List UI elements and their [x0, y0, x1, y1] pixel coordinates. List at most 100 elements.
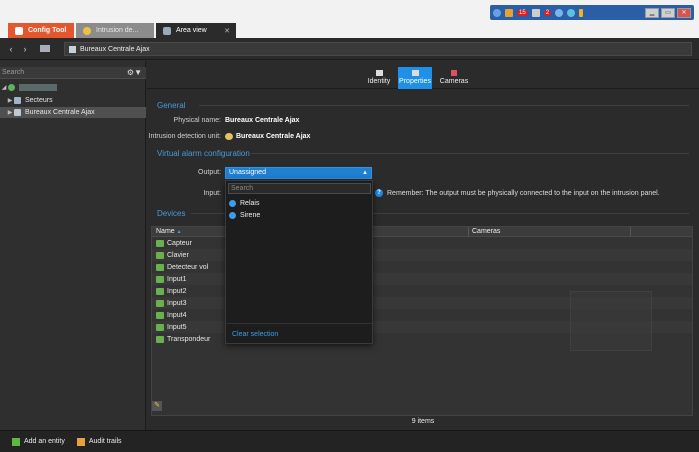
- add-entity-button[interactable]: Add an entity: [12, 437, 65, 446]
- collapse-arrow-icon[interactable]: ▶: [6, 109, 14, 116]
- audit-trails-button[interactable]: Audit trails: [76, 437, 122, 446]
- idu-icon: [225, 133, 233, 140]
- physical-name-label: Physical name:: [173, 117, 221, 124]
- search-placeholder: Search: [2, 69, 25, 76]
- device-icon: [156, 299, 164, 307]
- identity-icon: [375, 70, 383, 76]
- column-header-cameras[interactable]: Cameras: [472, 228, 500, 235]
- output-relay-icon: [229, 200, 236, 207]
- audit-icon: [76, 437, 85, 446]
- volume-icon[interactable]: [555, 8, 564, 17]
- device-icon: [156, 275, 164, 283]
- close-icon[interactable]: ✕: [224, 27, 230, 35]
- section-title-devices: Devices: [157, 209, 186, 218]
- section-title-virtual-alarm: Virtual alarm configuration: [157, 149, 250, 158]
- network-icon[interactable]: [567, 8, 576, 17]
- column-divider: [630, 227, 631, 237]
- input-label: Input:: [203, 190, 221, 197]
- collapse-arrow-icon[interactable]: ▶: [6, 97, 14, 104]
- caret-up-icon: ▲: [362, 170, 368, 176]
- navigation-bar: ‹ › Bureaux Centrale Ajax: [0, 38, 699, 60]
- tab-label: Area view: [176, 27, 207, 34]
- device-icon: [156, 311, 164, 319]
- tab-intrusion-detection[interactable]: Intrusion de...: [76, 23, 154, 38]
- search-placeholder: Search: [231, 185, 254, 192]
- tab-identity[interactable]: Identity: [362, 67, 396, 89]
- column-header-name[interactable]: Name ▲: [156, 228, 182, 235]
- item-count: 9 items: [411, 418, 435, 425]
- alarm-icon[interactable]: [505, 8, 513, 17]
- idu-label: Intrusion detection unit:: [148, 133, 221, 140]
- divider: [251, 153, 689, 154]
- close-window-button[interactable]: ✕: [677, 7, 691, 18]
- alarm-count-badge: 15: [517, 9, 528, 16]
- tab-label: Cameras: [439, 78, 469, 85]
- tab-config-tool[interactable]: Config Tool: [8, 23, 74, 38]
- tab-area-view[interactable]: Area view ✕: [156, 23, 236, 38]
- tab-cameras[interactable]: Cameras: [437, 67, 471, 89]
- device-icon: [156, 323, 164, 331]
- device-icon: [156, 335, 164, 343]
- tab-label: Intrusion de...: [96, 27, 139, 34]
- bottom-toolbar: Add an entity Audit trails: [0, 430, 699, 452]
- area-nav-icon[interactable]: [40, 45, 50, 52]
- tab-properties[interactable]: Properties: [398, 67, 432, 89]
- floor-plan-watermark: [570, 291, 652, 351]
- notification-count-badge: 2: [543, 9, 552, 16]
- info-icon: ?: [375, 189, 383, 197]
- camera-icon: [451, 70, 457, 76]
- tab-label: Properties: [399, 78, 431, 85]
- tree-search-input[interactable]: Search ⚙▼: [0, 67, 146, 79]
- intrusion-icon: [83, 26, 91, 35]
- breadcrumb[interactable]: Bureaux Centrale Ajax: [64, 42, 692, 56]
- forward-arrow-icon[interactable]: ›: [18, 44, 32, 54]
- back-arrow-icon[interactable]: ‹: [4, 44, 18, 54]
- properties-icon: [411, 70, 419, 76]
- remember-note: ? Remember: The output must be physicall…: [375, 189, 660, 197]
- page-tabs: Identity Properties Cameras: [147, 61, 699, 89]
- device-icon: [156, 287, 164, 295]
- status-icon[interactable]: [493, 8, 501, 17]
- dropdown-item-relais[interactable]: Relais: [229, 198, 259, 209]
- device-icon: [156, 239, 164, 247]
- root-icon: [8, 84, 15, 91]
- notification-icon[interactable]: [531, 8, 540, 17]
- tab-label: Identity: [367, 78, 391, 85]
- output-dropdown-list: Search Relais Sirene Clear selection: [225, 180, 373, 344]
- physical-name-value: Bureaux Centrale Ajax: [225, 117, 300, 124]
- column-divider: [468, 227, 469, 237]
- edit-pencil-icon[interactable]: ✎: [152, 401, 162, 411]
- tree-item-bureaux[interactable]: ▶ Bureaux Centrale Ajax: [0, 107, 146, 118]
- title-bar: Config Tool Intrusion de... Area view ✕ …: [0, 0, 699, 38]
- system-tray: 15 2 ▁ ▭ ✕: [490, 5, 694, 20]
- plus-icon: [12, 437, 20, 446]
- output-label: Output:: [198, 169, 221, 176]
- device-icon: [156, 263, 164, 271]
- warning-icon[interactable]: [579, 8, 584, 17]
- section-title-general: General: [157, 101, 186, 110]
- idu-value: Bureaux Centrale Ajax: [236, 133, 311, 140]
- area-view-icon: [163, 26, 171, 35]
- expand-arrow-icon[interactable]: ◢: [0, 84, 8, 91]
- sort-asc-icon: ▲: [176, 229, 182, 235]
- divider: [199, 105, 689, 106]
- dropdown-item-sirene[interactable]: Sirene: [229, 210, 260, 221]
- output-relay-icon: [229, 212, 236, 219]
- clear-selection-link[interactable]: Clear selection: [232, 331, 278, 338]
- output-dropdown[interactable]: Unassigned ▲: [225, 167, 372, 179]
- device-icon: [156, 251, 164, 259]
- maximize-button[interactable]: ▭: [661, 7, 675, 18]
- area-icon: [69, 45, 76, 53]
- remember-text: Remember: The output must be physically …: [387, 189, 660, 197]
- output-value: Unassigned: [229, 169, 266, 176]
- filter-icon[interactable]: ⚙▼: [127, 68, 142, 77]
- tree-item-label: Secteurs: [25, 97, 53, 104]
- tree-item-secteurs[interactable]: ▶ Secteurs: [0, 95, 146, 106]
- tree-item-root[interactable]: ◢: [0, 82, 146, 93]
- home-icon: [15, 26, 23, 35]
- dropdown-search-input[interactable]: Search: [228, 183, 371, 194]
- tree-item-label: Bureaux Centrale Ajax: [25, 109, 95, 116]
- minimize-button[interactable]: ▁: [645, 7, 659, 18]
- area-icon: [14, 109, 21, 116]
- breadcrumb-label: Bureaux Centrale Ajax: [80, 45, 150, 53]
